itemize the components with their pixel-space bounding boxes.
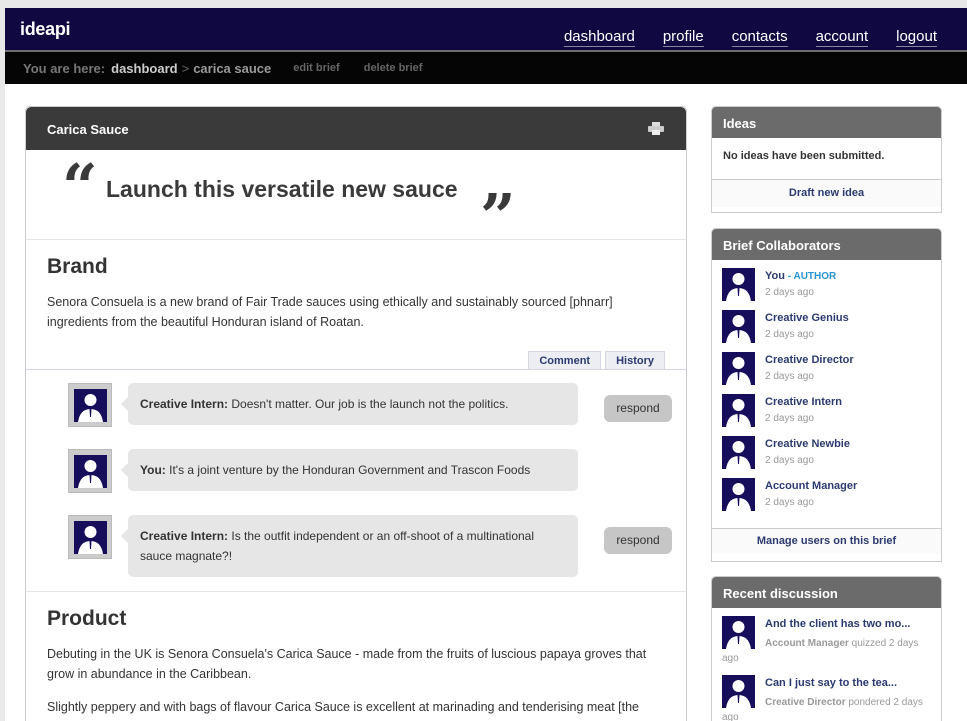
comment-list: Creative Intern: Doesn't matter. Our job… (26, 369, 686, 591)
comment-item: Creative Intern: Doesn't matter. Our job… (68, 383, 672, 449)
main-nav: dashboard profile contacts account logou… (563, 28, 937, 47)
comment-author[interactable]: Creative Intern: (140, 397, 228, 411)
nav-profile[interactable]: profile (662, 28, 704, 47)
collaborator-name[interactable]: Creative Intern (765, 396, 842, 408)
collaborators-title: Brief Collaborators (712, 229, 941, 260)
discussion-meta: Creative Director pondered 2 days ago (722, 697, 923, 721)
avatar (722, 352, 755, 385)
nav-dashboard[interactable]: dashboard (563, 28, 635, 47)
avatar (722, 436, 755, 469)
discussion-title[interactable]: And the client has two mo... (765, 618, 910, 630)
print-icon[interactable] (648, 122, 664, 135)
tab-history[interactable]: History (605, 351, 665, 369)
section-heading: Product (47, 607, 127, 630)
brief-panel: Carica Sauce “ Launch this versatile new… (25, 106, 687, 721)
ideas-panel: Ideas No ideas have been submitted. Draf… (711, 106, 942, 213)
respond-button[interactable]: respond (604, 395, 672, 422)
avatar (722, 310, 755, 343)
discussion-title[interactable]: Can I just say to the tea... (765, 677, 897, 689)
comment-item: Creative Intern: Is the outfit independe… (68, 515, 672, 581)
section-heading: Brand (47, 255, 108, 278)
comment-author[interactable]: Creative Intern: (140, 529, 228, 543)
app-window: ideapi dashboard profile contacts accoun… (5, 8, 967, 721)
comment-item: You: It's a joint venture by the Hondura… (68, 449, 672, 515)
avatar (68, 449, 112, 493)
discussion-item: And the client has two mo... Account Man… (722, 616, 931, 675)
close-quote-icon: ” (480, 180, 516, 253)
recent-discussion-panel: Recent discussion And the client has two… (711, 576, 942, 721)
collaborator-item: Creative Genius 2 days ago (722, 310, 931, 352)
collaborator-list: You - AUTHOR 2 days ago Creative Genius … (712, 260, 941, 528)
respond-button[interactable]: respond (604, 527, 672, 554)
collaborator-name[interactable]: You - AUTHOR (765, 270, 836, 282)
delete-brief-link[interactable]: delete brief (364, 62, 423, 74)
collaborator-item: Creative Director 2 days ago (722, 352, 931, 394)
nav-contacts[interactable]: contacts (731, 28, 788, 47)
collaborator-item: You - AUTHOR 2 days ago (722, 268, 931, 310)
comment-author[interactable]: You: (140, 463, 166, 477)
nav-account[interactable]: account (815, 28, 869, 47)
discussion-list: And the client has two mo... Account Man… (712, 608, 941, 721)
section-body-continued: Slightly peppery and with bags of flavou… (47, 700, 640, 721)
logo[interactable]: ideapi (20, 19, 71, 40)
collaborator-name[interactable]: Creative Director (765, 354, 854, 366)
nav-logout[interactable]: logout (896, 28, 937, 47)
avatar (722, 268, 755, 301)
ideas-title: Ideas (712, 107, 941, 138)
ideas-empty-message: No ideas have been submitted. (712, 138, 941, 180)
collaborator-name[interactable]: Creative Newbie (765, 438, 850, 450)
comment-bubble: You: It's a joint venture by the Hondura… (121, 449, 578, 491)
collaborator-time: 2 days ago (765, 371, 814, 382)
breadcrumb-dashboard[interactable]: dashboard (111, 61, 177, 76)
brief-header: Carica Sauce (26, 107, 686, 150)
section-body: Senora Consuela is a new brand of Fair T… (47, 295, 613, 329)
collaborator-time: 2 days ago (765, 329, 814, 340)
collaborator-name[interactable]: Creative Genius (765, 312, 849, 324)
collaborator-item: Creative Intern 2 days ago (722, 394, 931, 436)
top-bar: ideapi dashboard profile contacts accoun… (5, 8, 967, 50)
avatar (722, 394, 755, 427)
breadcrumb-current[interactable]: carica sauce (193, 61, 271, 76)
manage-users-link[interactable]: Manage users on this brief (712, 528, 941, 554)
avatar (722, 478, 755, 511)
collaborator-time: 2 days ago (765, 497, 814, 508)
quote-text: Launch this versatile new sauce (106, 176, 458, 202)
edit-brief-link[interactable]: edit brief (293, 62, 339, 74)
breadcrumb-separator: > (181, 60, 190, 76)
collaborators-panel: Brief Collaborators You - AUTHOR 2 days … (711, 228, 942, 562)
recent-discussion-title: Recent discussion (712, 577, 941, 608)
comment-text: It's a joint venture by the Honduran Gov… (165, 463, 531, 477)
collaborator-name[interactable]: Account Manager (765, 480, 857, 492)
collaborator-time: 2 days ago (765, 287, 814, 298)
product-section: Product Debuting in the UK is Senora Con… (26, 607, 686, 721)
comment-bubble: Creative Intern: Doesn't matter. Our job… (121, 383, 578, 425)
brief-quote: “ Launch this versatile new sauce ” (26, 150, 686, 248)
section-divider (26, 591, 686, 592)
collaborator-item: Account Manager 2 days ago (722, 478, 931, 520)
breadcrumb-label: You are here: (23, 60, 106, 76)
collaborator-time: 2 days ago (765, 455, 814, 466)
open-quote-icon: “ (62, 150, 98, 223)
collaborator-time: 2 days ago (765, 413, 814, 424)
collaborator-item: Creative Newbie 2 days ago (722, 436, 931, 478)
discussion-meta: Account Manager quizzed 2 days ago (722, 638, 919, 664)
section-body: Debuting in the UK is Senora Consuela's … (47, 647, 647, 681)
comment-bubble: Creative Intern: Is the outfit independe… (121, 515, 578, 577)
brand-section: Brand Senora Consuela is a new brand of … (26, 255, 686, 592)
brief-title: Carica Sauce (47, 122, 129, 137)
tab-comment[interactable]: Comment (528, 351, 602, 369)
section-tabs: Comment History (47, 351, 665, 369)
avatar (68, 383, 112, 427)
discussion-item: Can I just say to the tea... Creative Di… (722, 675, 931, 721)
draft-new-idea-link[interactable]: Draft new idea (712, 180, 941, 207)
comment-text: Doesn't matter. Our job is the launch no… (228, 397, 509, 411)
breadcrumb: You are here: dashboard > carica sauce e… (5, 50, 967, 84)
author-role: - AUTHOR (784, 271, 837, 282)
avatar (68, 515, 112, 559)
